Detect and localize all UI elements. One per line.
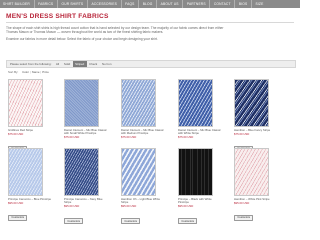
product-price: $75.00 USD — [234, 131, 250, 136]
filter-label: Please select from the following: — [10, 62, 52, 66]
fabric-swatch-image[interactable] — [121, 148, 156, 196]
fabric-pattern — [179, 149, 212, 195]
fabric-pattern — [9, 149, 42, 195]
customize-button[interactable]: Customize — [178, 218, 198, 225]
page-title: MEN'S DRESS SHIRT FABRICS — [6, 13, 109, 20]
product-card[interactable]: Daniel Clement – Mix Blue Classic with S… — [64, 79, 114, 158]
fabric-pattern — [235, 80, 268, 126]
product-card[interactable]: Daniel Clement – Mix Blue Classic with M… — [121, 79, 171, 158]
title-divider — [6, 22, 294, 23]
product-price: $75.00 USD — [8, 131, 24, 136]
customize-button[interactable]: Customize — [8, 214, 28, 221]
product-card[interactable]: Hamilton – White Pink Stripe $95.00 USD Cu… — [234, 148, 284, 223]
nav-item-our-shirts[interactable]: OUR SHIRTS — [58, 0, 88, 8]
product-price: $75.00 USD — [121, 135, 137, 140]
fabric-swatch-image[interactable] — [234, 79, 269, 127]
sort-bar: Sort By: Color|Name|Price — [8, 70, 49, 74]
filter-tab-solid[interactable]: Solid — [61, 61, 72, 67]
filter-tab-striped[interactable]: Striped — [72, 61, 87, 67]
nav-item-contact[interactable]: CONTACT — [210, 0, 236, 8]
fabric-swatch-image[interactable] — [64, 148, 99, 196]
product-price: $95.00 USD — [234, 200, 250, 205]
product-price: $95.00 USD — [178, 204, 194, 209]
product-price: $95.00 USD — [8, 200, 24, 205]
customize-button[interactable]: Customize — [64, 218, 84, 225]
filter-tab-check[interactable]: Check — [87, 61, 100, 67]
nav-item-partners[interactable]: PARTNERS — [183, 0, 211, 8]
filter-tab-all[interactable]: All — [53, 61, 61, 67]
fabric-swatch-image[interactable] — [178, 79, 213, 127]
product-card[interactable]: Principe Canonico – Navy Blue Stripe $95.… — [64, 148, 114, 227]
sort-option-color[interactable]: Color — [22, 70, 29, 74]
fabric-pattern — [179, 80, 212, 126]
customize-button[interactable]: Customize — [121, 218, 141, 225]
page: SHIRT BUILDER FABRICS OUR SHIRTS ACCESSO… — [0, 0, 300, 240]
top-navigation: SHIRT BUILDER FABRICS OUR SHIRTS ACCESSO… — [0, 0, 300, 8]
product-price: $75.00 USD — [178, 135, 194, 140]
filter-tab-no-iron[interactable]: No Iron — [100, 61, 114, 67]
intro-paragraph: Examine our fabrics in more detail below… — [6, 36, 158, 41]
nav-item-shirt-builder[interactable]: SHIRT BUILDER — [2, 0, 35, 8]
fabric-swatch-image[interactable] — [64, 79, 99, 127]
fabric-pattern — [65, 149, 98, 195]
fabric-swatch-image[interactable] — [234, 148, 269, 196]
product-card[interactable]: Gridlines Red Stripe$75.00 USDCustomize — [8, 79, 58, 154]
sort-option-name[interactable]: Name — [32, 70, 40, 74]
intro-paragraph: The shape of each shirt shirts is high t… — [6, 26, 224, 35]
nav-item-fabrics[interactable]: FABRICS — [35, 0, 58, 8]
nav-item-bios[interactable]: BIOS — [235, 0, 252, 8]
fabric-swatch-image[interactable] — [178, 148, 213, 196]
fabric-pattern — [65, 80, 98, 126]
nav-item-about-us[interactable]: ABOUT US — [157, 0, 184, 8]
fabric-filter-bar: Please select from the following: All So… — [6, 60, 296, 68]
product-price: $95.00 USD — [121, 204, 137, 209]
fabric-swatch-image[interactable] — [8, 79, 43, 127]
product-card[interactable]: Principe – Black with White Pinstripe $95… — [178, 148, 228, 227]
fabric-pattern — [122, 149, 155, 195]
sort-option-price[interactable]: Price — [42, 70, 49, 74]
product-card[interactable]: Hamilton – Blue Fancy Stripe$75.00 USDCu… — [234, 79, 284, 154]
product-price: $75.00 USD — [64, 135, 80, 140]
fabric-pattern — [122, 80, 155, 126]
product-price: $95.00 USD — [64, 204, 80, 209]
nav-item-blog[interactable]: BLOG — [139, 0, 158, 8]
nav-item-faqs[interactable]: FAQS — [122, 0, 140, 8]
nav-item-accessories[interactable]: ACCESSORIES — [88, 0, 122, 8]
intro-text: The shape of each shirt shirts is high t… — [6, 26, 231, 43]
nav-item-size[interactable]: SIZE — [252, 0, 267, 8]
product-card[interactable]: Daniel Clement – Mix Blue Classic with W… — [178, 79, 228, 158]
product-card[interactable]: Principe Canonico – Blue Pinstripe $95.00… — [8, 148, 58, 223]
fabric-swatch-image[interactable] — [8, 148, 43, 196]
fabric-swatch-image[interactable] — [121, 79, 156, 127]
product-card[interactable]: Hamilton Oh – Light Blue White Stripe $95… — [121, 148, 171, 227]
sort-label: Sort By: — [8, 70, 19, 74]
customize-button[interactable]: Customize — [234, 214, 254, 221]
fabric-pattern — [235, 149, 268, 195]
fabric-pattern — [9, 80, 42, 126]
